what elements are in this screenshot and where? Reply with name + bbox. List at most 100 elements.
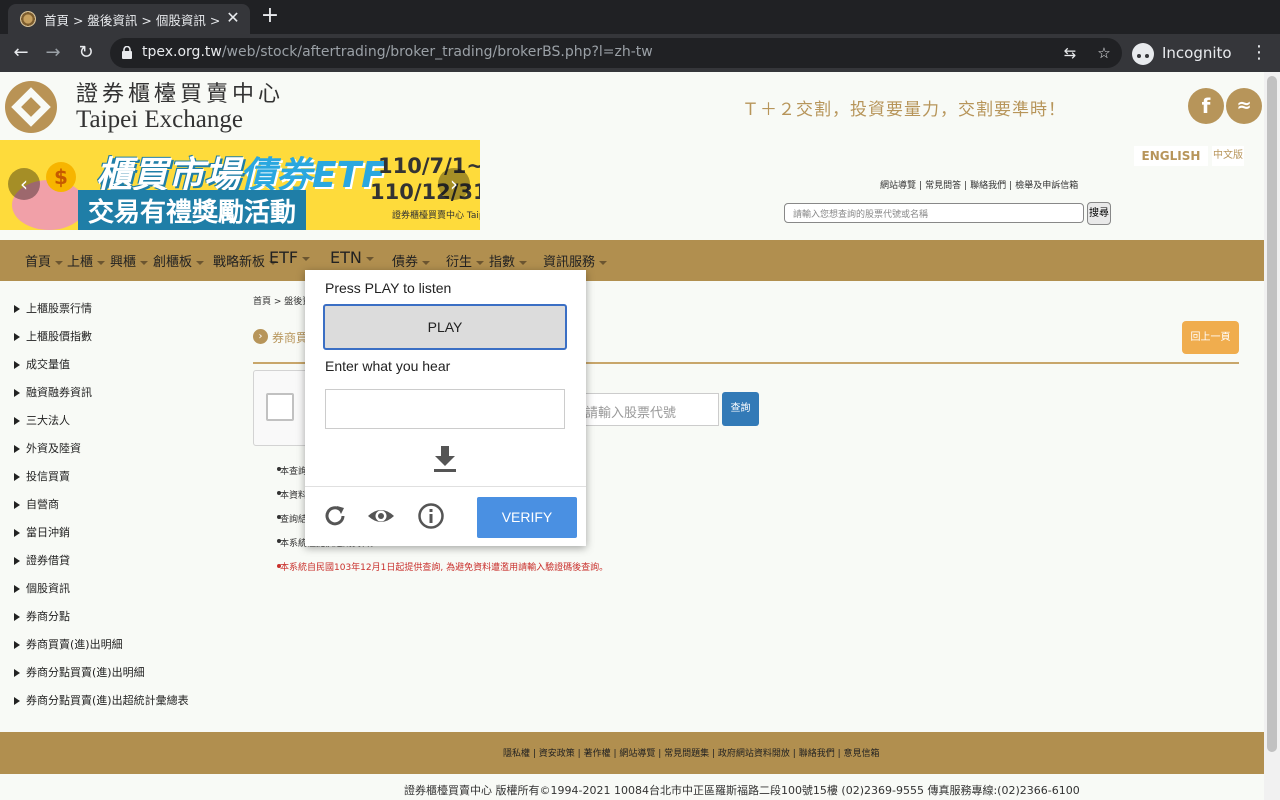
- quicklink-report[interactable]: 檢舉及申訴信箱: [1015, 181, 1078, 191]
- stock-code-input[interactable]: 請輸入股票代號: [580, 393, 719, 426]
- expand-triangle-icon: [14, 473, 20, 481]
- sidebar-item[interactable]: 投信買賣: [14, 468, 70, 484]
- chevron-right-icon: ›: [253, 329, 268, 344]
- expand-triangle-icon: [14, 333, 20, 341]
- expand-triangle-icon: [14, 669, 20, 677]
- footer-link[interactable]: 聯絡我們: [799, 749, 835, 759]
- recaptcha-checkbox[interactable]: [266, 393, 294, 421]
- expand-triangle-icon: [14, 389, 20, 397]
- translate-icon[interactable]: ⇆: [1060, 43, 1080, 63]
- browser-tab[interactable]: 首頁 > 盤後資訊 > 個股資訊 > 券商買賣證券日報表查詢系統 ✕: [8, 4, 250, 34]
- site-header: 證券櫃檯買賣中心 Taipei Exchange Ｔ＋２交割，投資要量力，交割要…: [0, 72, 1264, 140]
- sidebar-item[interactable]: 券商分點買賣(進)出明細: [14, 664, 145, 680]
- nav-item-gise[interactable]: 創櫃板: [153, 251, 205, 270]
- visual-challenge-eye-icon[interactable]: [367, 502, 395, 530]
- logo-chinese[interactable]: 證券櫃檯買賣中心: [76, 76, 284, 108]
- reload-icon[interactable]: ↻: [73, 40, 99, 66]
- nav-item-index[interactable]: 指數: [489, 251, 528, 270]
- expand-triangle-icon: [14, 697, 20, 705]
- footer-link[interactable]: 政府網站資料開放: [718, 749, 790, 759]
- sidebar-item[interactable]: 自營商: [14, 496, 59, 512]
- web-page: 證券櫃檯買賣中心 Taipei Exchange Ｔ＋２交割，投資要量力，交割要…: [0, 72, 1264, 800]
- nav-item-derivatives[interactable]: 衍生: [446, 251, 485, 270]
- nav-item-otc[interactable]: 上櫃: [67, 251, 106, 270]
- scrollbar-thumb[interactable]: [1267, 76, 1277, 752]
- expand-triangle-icon: [14, 613, 20, 621]
- quicklink-contact[interactable]: 聯絡我們: [970, 181, 1006, 191]
- nav-item-emerging[interactable]: 興櫃: [110, 251, 149, 270]
- copyright-text: 證券櫃檯買賣中心 版權所有©1994-2021 10084台北市中正區羅斯福路二…: [404, 784, 1080, 797]
- banner-subheadline: 交易有禮獎勵活動: [78, 190, 307, 230]
- sidebar-item[interactable]: 三大法人: [14, 412, 70, 428]
- footer-link[interactable]: 網站導覽: [619, 749, 655, 759]
- site-search-input[interactable]: 請輸入您想查詢的股票代號或名稱: [784, 203, 1084, 223]
- footer-link[interactable]: 常見問題集: [664, 749, 709, 759]
- nav-item-home[interactable]: 首頁: [25, 251, 64, 270]
- sidebar-item[interactable]: 券商分點買賣(進)出超統計彙總表: [14, 692, 189, 708]
- footer-link[interactable]: 著作權: [584, 749, 611, 759]
- language-english-button[interactable]: ENGLISH: [1134, 146, 1208, 166]
- incognito-indicator[interactable]: Incognito: [1132, 41, 1232, 65]
- sidebar-item[interactable]: 個股資訊: [14, 580, 70, 596]
- bookmark-star-icon[interactable]: ☆: [1094, 43, 1114, 63]
- expand-triangle-icon: [14, 557, 20, 565]
- sidebar-item[interactable]: 外資及陸資: [14, 440, 81, 456]
- captcha-instruction: Press PLAY to listen: [325, 280, 452, 296]
- sidebar-item[interactable]: 券商買賣(進)出明細: [14, 636, 123, 652]
- play-audio-button[interactable]: PLAY: [323, 304, 567, 350]
- query-button[interactable]: 查詢: [722, 392, 759, 426]
- rss-icon[interactable]: ≈: [1226, 88, 1262, 124]
- audio-captcha-dialog: Press PLAY to listen PLAY Enter what you…: [305, 270, 586, 546]
- nav-item-info-services[interactable]: 資訊服務: [543, 251, 608, 270]
- nav-item-bonds[interactable]: 債券: [392, 251, 431, 270]
- nav-item-etf[interactable]: ETF: [269, 248, 311, 267]
- coin-icon: $: [46, 162, 76, 192]
- expand-triangle-icon: [14, 305, 20, 313]
- quicklink-faq[interactable]: 常見問答: [925, 181, 961, 191]
- footer-link[interactable]: 意見信箱: [843, 749, 879, 759]
- download-icon[interactable]: [432, 444, 458, 474]
- sidebar-item[interactable]: 融資融券資訊: [14, 384, 92, 400]
- info-icon[interactable]: [417, 502, 445, 530]
- browser-menu-icon[interactable]: ⋮: [1250, 40, 1268, 66]
- footer-link[interactable]: 資安政策: [539, 749, 575, 759]
- tab-title: 首頁 > 盤後資訊 > 個股資訊 > 券商買賣證券日報表查詢系統: [44, 13, 224, 28]
- sidebar-item[interactable]: 成交量值: [14, 356, 70, 372]
- nav-item-etn[interactable]: ETN: [330, 248, 374, 267]
- carousel-next-icon[interactable]: ›: [438, 168, 470, 200]
- vertical-scrollbar[interactable]: [1264, 72, 1280, 800]
- verify-button[interactable]: VERIFY: [477, 497, 577, 538]
- facebook-icon[interactable]: f: [1188, 88, 1224, 124]
- site-favicon-icon: [20, 11, 36, 27]
- back-button[interactable]: 回上一頁: [1182, 321, 1239, 354]
- promo-banner[interactable]: $ 櫃買市場債券ETF 交易有禮獎勵活動 110/7/1~ 110/12/31 …: [0, 140, 480, 230]
- browser-toolbar: ← → ↻ tpex.org.tw/web/stock/aftertrading…: [0, 34, 1280, 72]
- sidebar-item[interactable]: 上櫃股價指數: [14, 328, 92, 344]
- footer-links: 隱私權 | 資安政策 | 著作權 | 網站導覽 | 常見問題集 | 政府網站資料…: [503, 749, 880, 759]
- sidebar-item[interactable]: 當日沖銷: [14, 524, 70, 540]
- close-tab-icon[interactable]: ✕: [224, 9, 242, 27]
- language-chinese-button[interactable]: 中文版: [1212, 146, 1244, 166]
- forward-arrow-icon[interactable]: →: [40, 40, 66, 66]
- carousel-prev-icon[interactable]: ‹: [8, 168, 40, 200]
- reload-challenge-icon[interactable]: [321, 502, 349, 530]
- quicklink-sitemap[interactable]: 網站導覽: [880, 181, 916, 191]
- captcha-answer-input[interactable]: [325, 389, 565, 429]
- sidebar-item[interactable]: 券商分點: [14, 608, 70, 624]
- expand-triangle-icon: [14, 445, 20, 453]
- footer-link[interactable]: 隱私權: [503, 749, 530, 759]
- warning-note: 本系統自民國103年12月1日起提供查詢, 為避免資料遭濫用請輸入驗證碼後查詢。: [276, 560, 608, 573]
- logo-mark-icon[interactable]: [5, 81, 57, 133]
- new-tab-button[interactable]: +: [258, 5, 282, 29]
- back-arrow-icon[interactable]: ←: [8, 40, 34, 66]
- footer-bar: 隱私權 | 資安政策 | 著作權 | 網站導覽 | 常見問題集 | 政府網站資料…: [0, 732, 1264, 774]
- logo-english[interactable]: Taipei Exchange: [76, 106, 243, 134]
- sidebar-item[interactable]: 上櫃股票行情: [14, 300, 92, 316]
- address-bar[interactable]: tpex.org.tw/web/stock/aftertrading/broke…: [110, 38, 1122, 68]
- expand-triangle-icon: [14, 529, 20, 537]
- sidebar-item[interactable]: 證券借貸: [14, 552, 70, 568]
- expand-triangle-icon: [14, 585, 20, 593]
- expand-triangle-icon: [14, 417, 20, 425]
- site-search-button[interactable]: 搜尋: [1087, 202, 1111, 225]
- nav-item-pioneer[interactable]: 戰略新板: [213, 251, 278, 270]
